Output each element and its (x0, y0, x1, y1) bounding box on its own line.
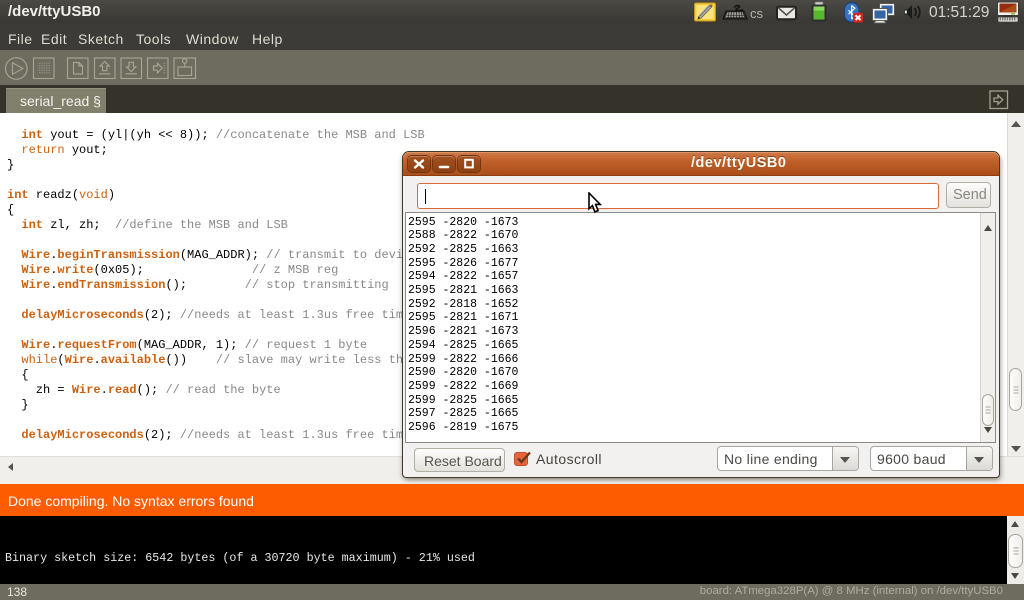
svg-text:cs: cs (750, 6, 764, 21)
